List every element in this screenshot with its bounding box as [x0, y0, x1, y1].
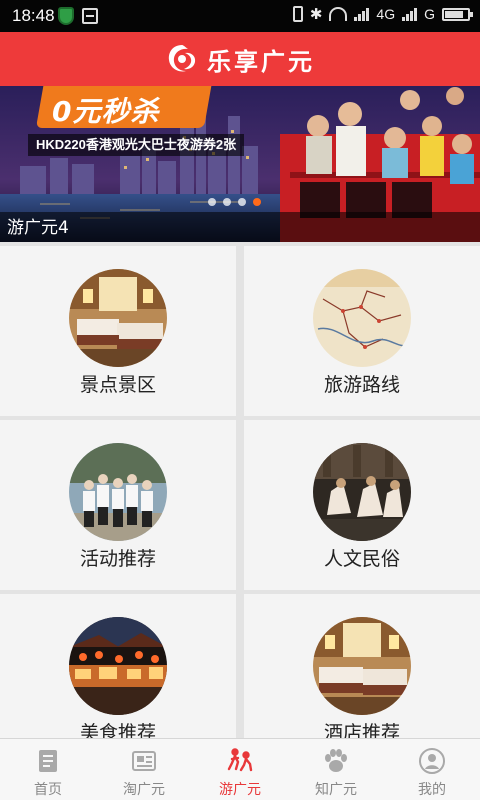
nav-item-me[interactable]: 我的	[384, 739, 480, 800]
carrier-label: G	[424, 6, 435, 22]
bottom-nav: 首页 淘广元 游广元 知广元 我的	[0, 738, 480, 800]
nav-label: 游广元	[219, 782, 261, 798]
app-logo-icon	[165, 42, 199, 76]
hotel-room-photo	[69, 269, 167, 367]
app-header: 乐享广元	[0, 32, 480, 86]
status-bar: 18:48 ✱ 4G G	[0, 0, 480, 32]
shield-icon	[58, 7, 74, 25]
signal-icon	[402, 7, 418, 21]
document-icon	[34, 747, 62, 775]
screenshot-icon	[82, 8, 98, 24]
signal-icon	[354, 7, 370, 21]
category-label: 景点景区	[79, 374, 156, 396]
user-icon	[418, 747, 446, 775]
folk-dance-photo	[313, 443, 411, 541]
category-tile-scenic-spots[interactable]: 景点景区	[0, 246, 236, 416]
bluetooth-icon: ✱	[309, 6, 323, 23]
carousel-dot	[223, 198, 231, 206]
battery-icon	[442, 7, 473, 21]
nav-item-home[interactable]: 首页	[0, 739, 96, 800]
travel-icon	[226, 747, 254, 775]
paw-icon	[322, 747, 350, 775]
nav-label: 知广元	[315, 782, 357, 798]
status-time: 18:48	[12, 6, 55, 25]
night-street-photo	[69, 617, 167, 715]
promo-subtitle: HKD220香港观光大巴士夜游券2张	[28, 134, 245, 156]
promo-badge-text: 0元秒杀	[52, 95, 160, 128]
vibrate-icon	[292, 6, 303, 22]
app-title: 乐享广元	[207, 46, 315, 76]
category-label: 活动推荐	[79, 548, 156, 570]
carousel-dot	[238, 198, 246, 206]
nav-label: 我的	[418, 782, 446, 798]
banner-caption: 游广元4	[7, 218, 69, 238]
carousel-dot-active	[253, 198, 261, 206]
category-label: 人文民俗	[323, 548, 400, 570]
nav-item-know[interactable]: 知广元	[288, 739, 384, 800]
shop-icon	[130, 747, 158, 775]
category-label: 旅游路线	[323, 374, 400, 396]
hotel-room-photo	[313, 617, 411, 715]
wifi-icon	[329, 7, 348, 21]
banner-caption-bar	[0, 212, 480, 242]
nav-item-shop[interactable]: 淘广元	[96, 739, 192, 800]
nav-item-travel[interactable]: 游广元	[192, 739, 288, 800]
category-tile-travel-routes[interactable]: 旅游路线	[244, 246, 480, 416]
promo-banner-carousel[interactable]: 0元秒杀 HKD220香港观光大巴士夜游券2张 游广元4	[0, 86, 480, 242]
nav-label: 首页	[34, 782, 62, 798]
category-grid: 景点景区 旅游路线 活动推荐 人文民俗 美食推荐 酒店推荐	[0, 242, 480, 764]
category-tile-activities[interactable]: 活动推荐	[0, 420, 236, 590]
network-type-label: 4G	[376, 6, 396, 22]
group-activity-photo	[69, 443, 167, 541]
category-tile-folk-culture[interactable]: 人文民俗	[244, 420, 480, 590]
carousel-indicator	[208, 198, 261, 206]
nav-label: 淘广元	[123, 782, 165, 798]
travel-map-photo	[313, 269, 411, 367]
carousel-dot	[208, 198, 216, 206]
